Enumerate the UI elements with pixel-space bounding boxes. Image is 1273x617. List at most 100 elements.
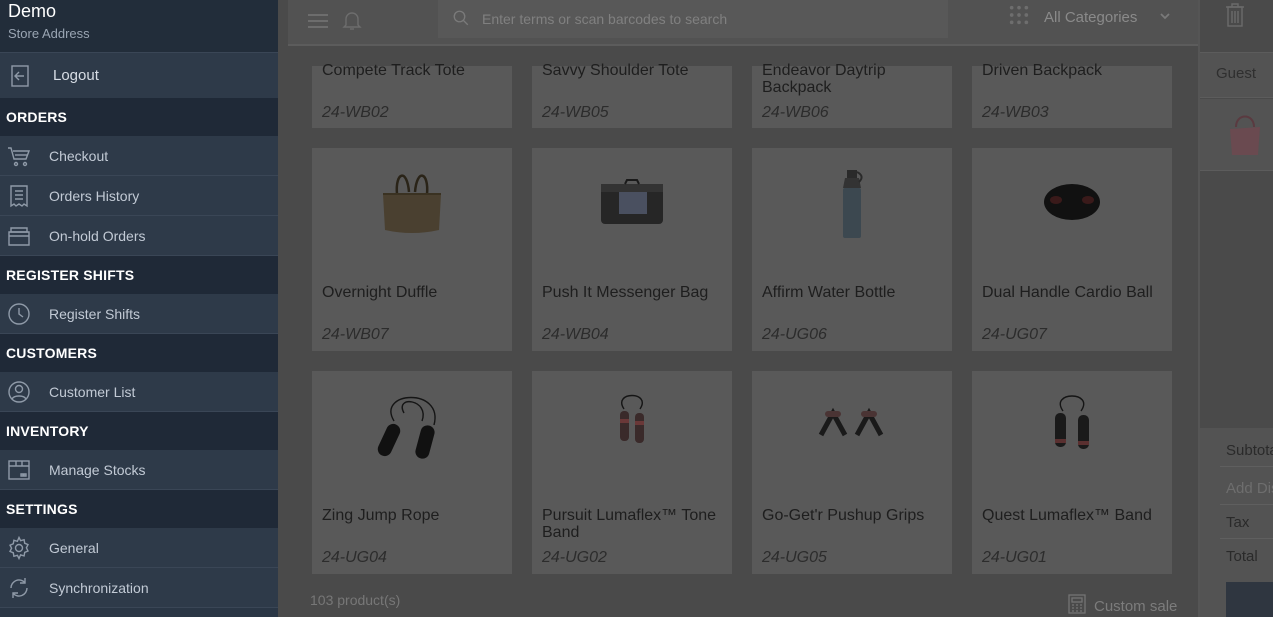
product-sku: 24-UG05 — [762, 549, 827, 566]
product-sku: 24-WB03 — [982, 104, 1049, 121]
custom-sale-button[interactable]: Custom sale — [1068, 594, 1177, 617]
product-card[interactable]: Go-Get'r Pushup Grips 24-UG05 — [752, 371, 952, 574]
product-sku: 24-UG06 — [762, 326, 827, 343]
product-sku: 24-WB05 — [542, 104, 609, 121]
product-image — [818, 407, 884, 437]
product-sku: 24-WB07 — [322, 326, 389, 343]
sidebar-item-label: On-hold Orders — [49, 227, 146, 244]
product-image — [843, 170, 863, 238]
sidebar-item-customer-list[interactable]: Customer List — [0, 372, 278, 412]
product-card[interactable]: Endeavor Daytrip Backpack 24-WB06 — [752, 62, 952, 128]
totals-section: Subtotal Add Discount Tax Total — [1200, 428, 1273, 617]
customer-label: Guest — [1216, 65, 1257, 82]
product-name: Pursuit Lumaflex™ Tone Band — [542, 507, 717, 541]
clock-icon — [6, 301, 31, 326]
product-card[interactable]: Dual Handle Cardio Ball 24-UG07 — [972, 148, 1172, 351]
cart-item-image — [1230, 115, 1260, 155]
category-label: All Categories — [1044, 9, 1138, 26]
product-card[interactable]: Zing Jump Rope 24-UG04 — [312, 371, 512, 574]
product-sku: 24-WB02 — [322, 104, 389, 121]
sidebar-item-label: Orders History — [49, 187, 140, 204]
section-customers: CUSTOMERS — [0, 334, 278, 372]
sidebar-item-label: Checkout — [49, 147, 109, 164]
product-card[interactable]: Driven Backpack 24-WB03 — [972, 62, 1172, 128]
bell-icon[interactable] — [340, 8, 364, 37]
section-inventory: INVENTORY — [0, 412, 278, 450]
menu-icon[interactable] — [308, 11, 328, 29]
product-image — [601, 179, 663, 224]
stock-box-icon — [6, 457, 31, 482]
custom-sale-label: Custom sale — [1094, 598, 1178, 615]
sidebar-item-label: Manage Stocks — [49, 461, 146, 478]
product-sku: 24-UG02 — [542, 549, 607, 566]
sidebar-item-checkout[interactable]: Checkout — [0, 136, 278, 176]
product-sku: 24-UG01 — [982, 549, 1047, 566]
toolbar: All Categories — [288, 0, 1198, 46]
cart-item[interactable] — [1200, 99, 1273, 171]
cart-icon — [6, 143, 31, 168]
section-settings: SETTINGS — [0, 490, 278, 528]
store-address: Store Address — [8, 26, 90, 41]
product-image — [383, 174, 441, 233]
product-card[interactable]: Quest Lumaflex™ Band 24-UG01 — [972, 371, 1172, 574]
category-dropdown[interactable]: All Categories — [1008, 4, 1171, 31]
trash-icon[interactable] — [1224, 2, 1246, 33]
sidebar-item-label: General — [49, 539, 99, 556]
hold-box-icon — [6, 223, 31, 248]
section-orders: ORDERS — [0, 98, 278, 136]
product-name: Zing Jump Rope — [322, 507, 440, 524]
tax-label: Tax — [1226, 514, 1250, 531]
sidebar-item-register-shifts[interactable]: Register Shifts — [0, 294, 278, 334]
customer-selector[interactable]: Guest — [1200, 52, 1273, 98]
product-card[interactable]: Affirm Water Bottle 24-UG06 — [752, 148, 952, 351]
sidebar-item-orders-history[interactable]: Orders History — [0, 176, 278, 216]
product-sku: 24-WB04 — [542, 326, 609, 343]
subtotal-label: Subtotal — [1226, 442, 1273, 459]
product-card[interactable]: Overnight Duffle 24-WB07 — [312, 148, 512, 351]
add-discount-button[interactable]: Add Discount — [1226, 480, 1273, 497]
total-label: Total — [1226, 548, 1258, 565]
sidebar-item-manage-stocks[interactable]: Manage Stocks — [0, 450, 278, 490]
product-name: Push It Messenger Bag — [542, 284, 709, 301]
grid-icon — [1008, 4, 1030, 31]
logout-button[interactable]: Logout — [0, 52, 278, 98]
cart-panel: Guest Subtotal Add Discount Tax Total — [1198, 0, 1273, 617]
product-name: Affirm Water Bottle — [762, 284, 896, 301]
sidebar-item-synchronization[interactable]: Synchronization — [0, 568, 278, 608]
product-card[interactable]: Pursuit Lumaflex™ Tone Band 24-UG02 — [532, 371, 732, 574]
product-name: Go-Get'r Pushup Grips — [762, 507, 925, 524]
product-name: Quest Lumaflex™ Band — [982, 507, 1152, 524]
receipt-icon — [6, 183, 31, 208]
sidebar-item-general[interactable]: General — [0, 528, 278, 568]
logout-icon — [8, 63, 33, 88]
search-input[interactable] — [482, 8, 932, 30]
product-count: 103 product(s) — [310, 592, 401, 608]
search-bar[interactable] — [438, 0, 948, 38]
store-header: Demo Store Address — [0, 0, 278, 52]
product-name: Endeavor Daytrip Backpack — [762, 62, 886, 96]
product-card[interactable]: Push It Messenger Bag 24-WB04 — [532, 148, 732, 351]
product-name: Savvy Shoulder Tote — [542, 62, 689, 79]
product-card[interactable]: Savvy Shoulder Tote 24-WB05 — [532, 62, 732, 128]
product-name: Dual Handle Cardio Ball — [982, 284, 1153, 301]
section-register-shifts: REGISTER SHIFTS — [0, 256, 278, 294]
store-name: Demo — [8, 1, 57, 21]
product-image — [1044, 184, 1100, 220]
sidebar-item-on-hold-orders[interactable]: On-hold Orders — [0, 216, 278, 256]
sidebar-item-label: Customer List — [49, 383, 136, 400]
product-image — [377, 396, 436, 459]
product-grid: Compete Track Tote 24-WB02 Savvy Shoulde… — [278, 48, 1198, 578]
checkout-button[interactable] — [1226, 582, 1273, 617]
product-sku: 24-UG07 — [982, 326, 1047, 343]
search-icon — [452, 9, 470, 32]
sidebar-item-label: Synchronization — [49, 579, 149, 596]
product-sku: 24-WB06 — [762, 104, 829, 121]
product-name: Compete Track Tote — [322, 62, 465, 79]
gear-icon — [6, 535, 31, 560]
product-image — [1055, 395, 1089, 449]
user-icon — [6, 379, 31, 404]
sync-icon — [6, 575, 31, 600]
product-name: Driven Backpack — [982, 62, 1103, 79]
product-card[interactable]: Compete Track Tote 24-WB02 — [312, 62, 512, 128]
sidebar-item-label: Register Shifts — [49, 305, 141, 322]
